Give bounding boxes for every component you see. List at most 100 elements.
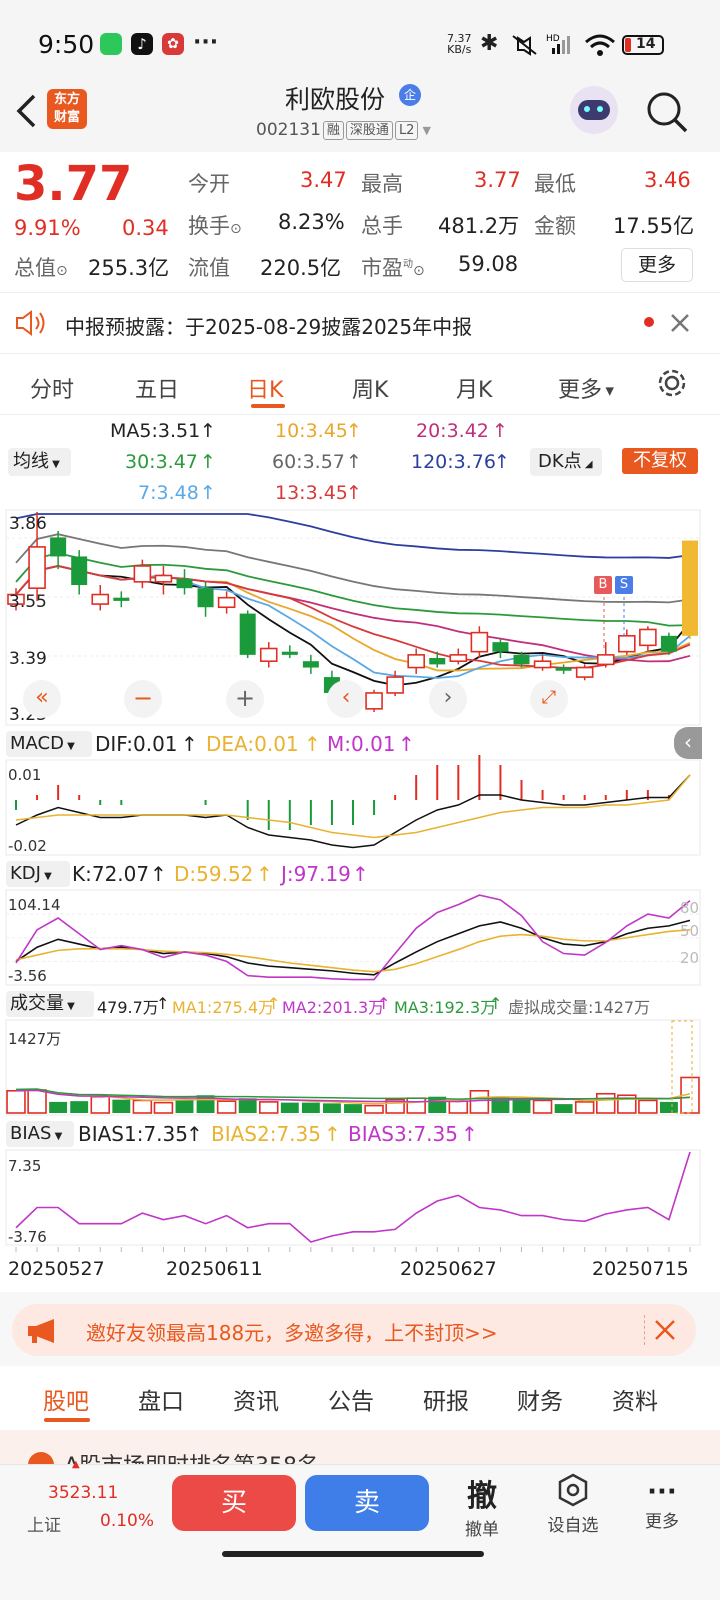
- rewind-icon[interactable]: «: [23, 680, 61, 718]
- candle-body: [259, 647, 278, 663]
- volume-bar: [175, 1099, 194, 1113]
- tab-intraday[interactable]: 分时: [30, 372, 74, 404]
- stock-code-line: 002131 融 深股通 L2 ▼: [256, 120, 431, 140]
- next-icon[interactable]: ›: [429, 680, 467, 718]
- tab-announcements[interactable]: 公告: [328, 1382, 374, 1416]
- high-value: 3.77: [474, 168, 521, 192]
- index-value: 3523.11: [48, 1483, 119, 1503]
- promo-section: 邀好友领最高188元，多邀多得，上不封顶>>: [0, 1292, 720, 1366]
- quote-panel: 3.77 9.91% 0.34 今开 3.47 最高 3.77 最低 3.46 …: [0, 152, 720, 292]
- tab-more[interactable]: 更多 ▼: [558, 372, 614, 404]
- promo-text: 邀好友领最高188元，多邀多得，上不封顶>>: [86, 1321, 498, 1345]
- ma13-label: 13:3.45: [275, 482, 348, 504]
- level-tag: L2: [394, 120, 419, 140]
- price-axis-mid1: 3.55: [9, 592, 47, 612]
- ma-selector[interactable]: 均线 ▼: [8, 448, 71, 476]
- dk-point-toggle[interactable]: DK点 ◢: [530, 448, 602, 476]
- float-value: 220.5亿: [260, 256, 342, 280]
- price-axis-mid2: 3.39: [9, 649, 47, 669]
- turnover-label: 换手⊙: [188, 214, 242, 238]
- volume-selector[interactable]: 成交量 ▼: [6, 991, 94, 1017]
- brand-logo[interactable]: 东方 财富: [47, 89, 87, 129]
- search-icon[interactable]: [645, 90, 689, 134]
- footer-bar: ▲ 3523.11 上证 0.10% 买 卖 撤 撤单 设自选 ··· 更多: [0, 1459, 720, 1600]
- cancel-order-button[interactable]: 撤 撤单: [452, 1471, 512, 1540]
- volume-bar: [364, 1104, 384, 1114]
- tab-order-book[interactable]: 盘口: [138, 1382, 184, 1416]
- sell-button[interactable]: 卖: [305, 1475, 429, 1531]
- home-indicator: [222, 1551, 484, 1557]
- sell-signal-badge[interactable]: S: [615, 576, 633, 594]
- promo-banner[interactable]: 邀好友领最高188元，多邀多得，上不封顶>>: [12, 1304, 696, 1356]
- tab-daily-k[interactable]: 日K: [247, 372, 283, 404]
- tab-weekly-k[interactable]: 周K: [352, 372, 388, 404]
- last-price: 3.77: [14, 156, 133, 212]
- fullscreen-icon[interactable]: ⤢: [530, 680, 568, 718]
- wechat-icon: [100, 33, 122, 55]
- ma5-label: MA5:3.51: [110, 420, 201, 442]
- feed-text: A股市场即时排名第358名: [64, 1448, 319, 1464]
- zoom-out-icon[interactable]: −: [124, 680, 162, 718]
- signal-icon: HD: [546, 34, 570, 54]
- macd-dif-label: DIF:0.01: [95, 732, 178, 756]
- bluetooth-icon: ✱: [480, 31, 499, 56]
- back-icon[interactable]: [14, 92, 38, 130]
- tab-news[interactable]: 资讯: [233, 1382, 279, 1416]
- megaphone-icon: [28, 1319, 54, 1343]
- tab-finance[interactable]: 财务: [517, 1382, 563, 1416]
- candle-body: [302, 661, 319, 668]
- more-quote-button[interactable]: 更多: [621, 248, 693, 282]
- settings-gear-icon[interactable]: [656, 367, 688, 399]
- tab-forum[interactable]: 股吧: [43, 1382, 89, 1416]
- buy-button[interactable]: 买: [172, 1475, 296, 1531]
- robot-assistant-icon[interactable]: [570, 86, 618, 134]
- low-label: 最低: [534, 172, 576, 196]
- notice-bar[interactable]: 中报预披露：于2025-08-29披露2025年中报: [0, 293, 720, 353]
- candle-body: [407, 654, 425, 669]
- kdj-ref-20: 20: [680, 949, 700, 967]
- feed-preview[interactable]: A股市场即时排名第358名: [0, 1430, 720, 1464]
- volume-bar: [574, 1101, 595, 1114]
- macd-selector[interactable]: MACD ▼: [6, 731, 92, 757]
- kdj-selector[interactable]: KDJ ▼: [6, 861, 70, 887]
- bias2-label: BIAS2:7.35: [211, 1122, 321, 1146]
- tab-five-day[interactable]: 五日: [135, 372, 179, 404]
- close-icon[interactable]: [654, 1319, 676, 1341]
- footer-more-button[interactable]: ··· 更多: [632, 1477, 692, 1532]
- candle-body: [513, 654, 530, 665]
- more-dots-icon: ···: [647, 1477, 677, 1507]
- side-panel-toggle-icon[interactable]: ‹: [674, 727, 702, 759]
- volume-ma1-label: MA1:275.4万: [172, 998, 275, 1017]
- zoom-in-icon[interactable]: +: [226, 680, 264, 718]
- ma30-label: 30:3.47: [125, 451, 198, 473]
- previous-icon[interactable]: ‹: [327, 680, 365, 718]
- tab-monthly-k[interactable]: 月K: [456, 372, 492, 404]
- kline-chart[interactable]: [0, 505, 720, 1295]
- volume-bar: [49, 1101, 68, 1113]
- dropdown-icon[interactable]: ▼: [422, 124, 430, 137]
- volume-ma3-label: MA3:192.3万: [394, 998, 497, 1017]
- pe-label: 市盈动⊙: [361, 256, 425, 280]
- buy-signal-badge[interactable]: B: [594, 576, 612, 594]
- add-watchlist-button[interactable]: 设自选: [540, 1473, 606, 1536]
- kdj-d-line: [15, 929, 691, 973]
- volume-current-label: 479.7万: [97, 998, 159, 1017]
- volume-bar: [638, 1099, 658, 1114]
- tab-profile[interactable]: 资料: [612, 1382, 658, 1416]
- stock-header: 东方 财富 利欧股份 企 002131 融 深股通 L2 ▼: [0, 70, 720, 152]
- candle-body: [365, 692, 383, 710]
- adjust-button[interactable]: 不复权: [622, 448, 698, 474]
- close-icon[interactable]: [670, 313, 690, 333]
- turnover-value: 8.23%: [278, 210, 345, 234]
- active-tab-indicator: [44, 1418, 90, 1422]
- kdj-axis-top: 104.14: [8, 896, 61, 914]
- tab-research[interactable]: 研报: [423, 1382, 469, 1416]
- candle-body: [71, 556, 88, 586]
- mcap-value: 255.3亿: [88, 256, 170, 280]
- macd-dea-label: DEA:0.01: [206, 732, 299, 756]
- candle-body: [113, 597, 130, 601]
- stock-name: 利欧股份: [285, 85, 386, 114]
- bias-selector[interactable]: BIAS ▼: [6, 1121, 74, 1147]
- mcap-label: 总值⊙: [14, 256, 68, 280]
- volume-bar: [90, 1095, 111, 1114]
